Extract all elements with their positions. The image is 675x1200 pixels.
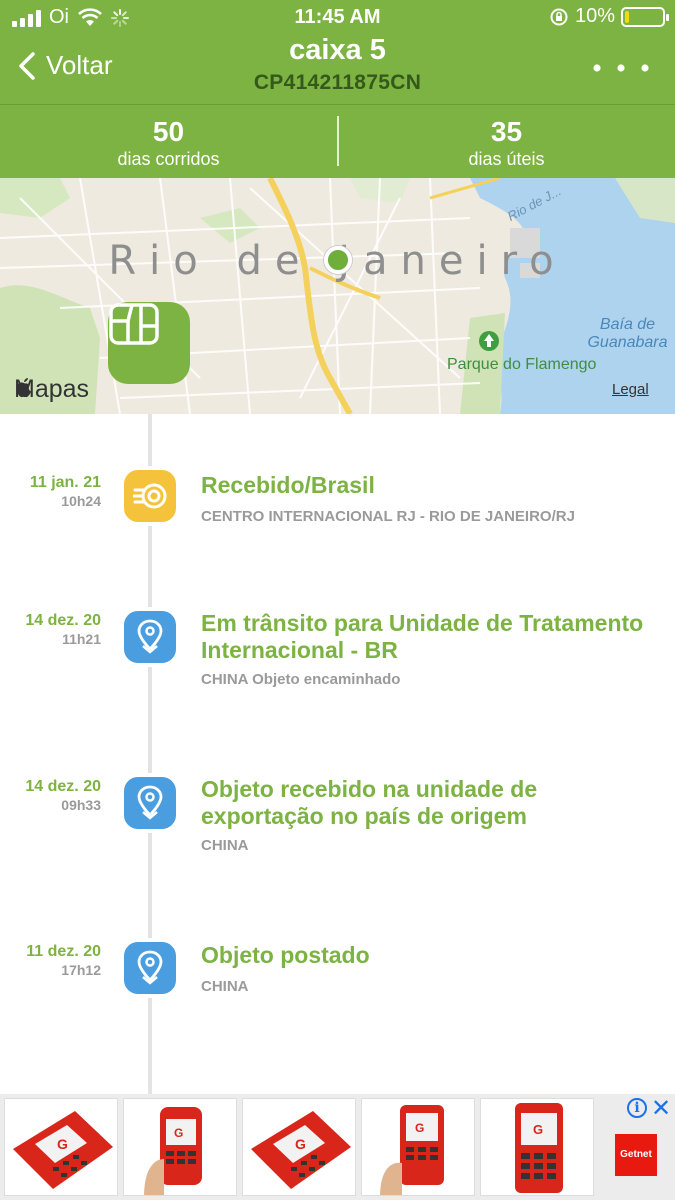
map-location-pin[interactable]	[324, 246, 352, 274]
battery-level-fill	[625, 10, 629, 23]
battery-icon	[621, 6, 669, 27]
svg-text:G: G	[57, 1136, 68, 1152]
package-badge	[108, 302, 190, 384]
event-time: 09h33	[61, 797, 101, 813]
location-pin-icon	[120, 607, 180, 667]
card-machine-image: G	[251, 1111, 351, 1189]
status-right: 10%	[549, 5, 669, 28]
battery-percent: 10%	[574, 5, 615, 27]
event-title: Recebido/Brasil	[201, 472, 375, 498]
event-title: Objeto postado	[201, 942, 370, 968]
package-box-icon	[109, 303, 159, 345]
svg-text:G: G	[415, 1121, 424, 1135]
event-title: Objeto recebido na unidade de exportação…	[201, 776, 538, 829]
card-machine-hand-image: G	[380, 1105, 444, 1195]
event-time: 17h12	[61, 962, 101, 978]
orientation-lock-icon	[550, 8, 568, 25]
svg-text:G: G	[174, 1126, 183, 1140]
ad-product-image[interactable]: G	[4, 1098, 118, 1196]
park-tree-icon	[479, 331, 499, 351]
stat-label: dias corridos	[117, 149, 220, 169]
ad-product-image[interactable]: G	[242, 1098, 356, 1196]
ad-product-image[interactable]: G	[123, 1098, 237, 1196]
svg-text:G: G	[533, 1122, 543, 1137]
event-date: 11 dez. 20	[26, 943, 101, 960]
ad-product-image[interactable]: G	[480, 1098, 594, 1196]
ad-banner[interactable]: G G G G G i ✕ Getnet	[0, 1094, 675, 1200]
location-pin-icon	[120, 938, 180, 998]
event-description: CHINA	[201, 978, 249, 995]
stat-calendar-days: 50 dias corridos	[0, 116, 337, 170]
map-park-label: Parque do Flamengo	[447, 356, 597, 373]
apple-logo-icon	[16, 378, 31, 398]
stat-label: dias úteis	[468, 149, 545, 169]
event-description: CHINA	[201, 837, 249, 854]
event-time: 11h21	[62, 631, 101, 647]
event-title: Em trânsito para Unidade de Tratamento I…	[201, 610, 644, 663]
event-description: CENTRO INTERNACIONAL RJ - RIO DE JANEIRO…	[201, 508, 575, 525]
header-divider	[0, 104, 675, 105]
event-time: 10h24	[61, 493, 101, 509]
map-view[interactable]: Rio de J... Rio de Janeiro Parque do Fla…	[0, 178, 675, 414]
ad-brand-logo[interactable]: Getnet	[615, 1134, 657, 1176]
event-description: CHINA Objeto encaminhado	[201, 671, 401, 688]
ad-product-image[interactable]: G	[361, 1098, 475, 1196]
stat-value: 50	[152, 116, 185, 147]
map-tiles	[0, 178, 675, 414]
page-title: caixa 5	[289, 34, 386, 66]
ad-close-icon[interactable]: ✕	[651, 1094, 671, 1123]
tracking-timeline: 11 jan. 21 10h24 Recebido/Brasil CENTRO …	[0, 414, 675, 1094]
card-machine-image: G	[515, 1103, 563, 1193]
ad-info-icon[interactable]: i	[627, 1098, 647, 1118]
maps-brand: Mapas	[14, 375, 89, 404]
status-bar: Oi 11:45 AM 10%	[0, 0, 675, 34]
tracking-code: CP414211875CN	[253, 71, 422, 94]
location-pin-icon	[120, 773, 180, 833]
stat-value: 35	[490, 116, 523, 147]
svg-text:G: G	[295, 1136, 306, 1152]
more-options-button[interactable]	[591, 56, 651, 76]
card-machine-image: G	[13, 1111, 113, 1189]
event-date: 14 dez. 20	[25, 612, 101, 629]
stat-business-days: 35 dias úteis	[338, 116, 675, 170]
map-legal-link[interactable]: Legal	[612, 381, 649, 398]
event-date: 11 jan. 21	[29, 474, 101, 491]
received-icon	[120, 466, 180, 526]
header: Oi 11:45 AM 10% Voltar caixa 5 CP4142118…	[0, 0, 675, 178]
card-machine-hand-image: G	[144, 1107, 202, 1195]
map-bay-label: Baía de Guanabara	[587, 316, 668, 351]
more-dots-icon	[593, 64, 649, 72]
event-date: 14 dez. 20	[25, 778, 101, 795]
